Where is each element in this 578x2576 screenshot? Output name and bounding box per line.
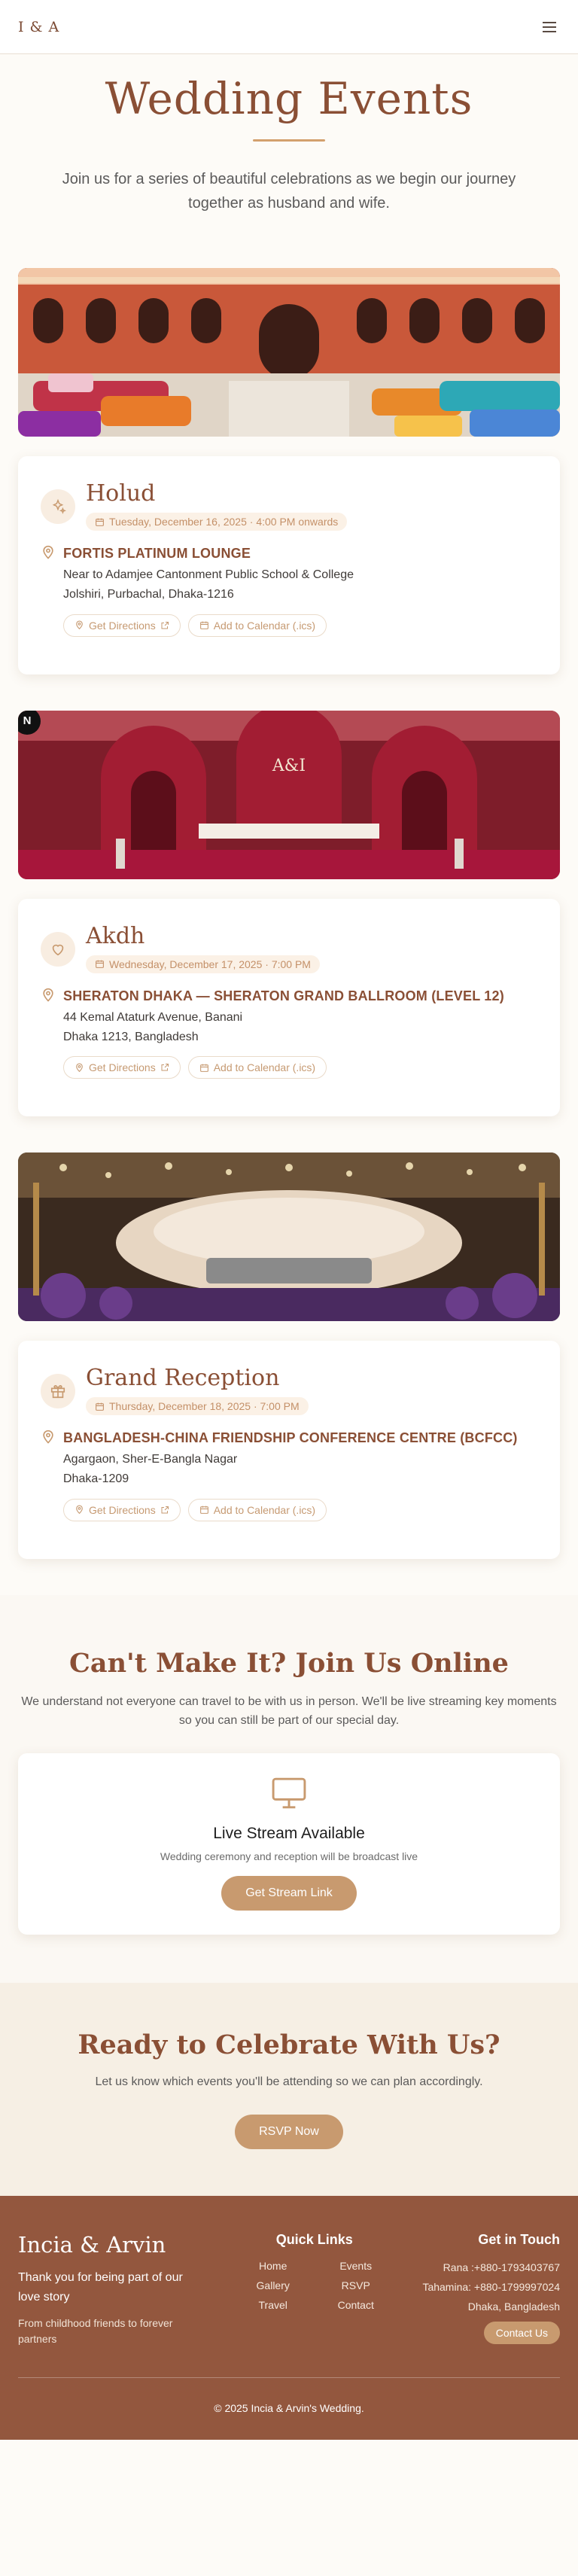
venue-address-line2: Jolshiri, Purbachal, Dhaka-1216 [63, 588, 234, 601]
contact-location: Dhaka, Bangladesh [467, 2300, 560, 2313]
calendar-icon [96, 518, 104, 526]
calendar-icon [199, 1506, 208, 1515]
footer-link-events[interactable]: Events [322, 2260, 390, 2272]
calendar-icon [199, 621, 208, 630]
get-directions-button[interactable]: Get Directions [63, 1056, 181, 1079]
quick-links: Quick Links Home Events Gallery RSVP Tra… [239, 2232, 390, 2347]
map-pin-icon [76, 1505, 83, 1515]
site-logo[interactable]: I & A [18, 19, 59, 35]
get-directions-button[interactable]: Get Directions [63, 614, 181, 637]
external-link-icon [161, 1064, 169, 1071]
site-footer: Incia & Arvin Thank you for being part o… [0, 2195, 578, 2441]
map-pin-icon [43, 546, 53, 560]
contact-phone-rana: Rana :+880-1793403767 [443, 2261, 560, 2273]
venue-name: FORTIS PLATINUM LOUNGE [63, 546, 251, 562]
add-to-calendar-button[interactable]: Add to Calendar (.ics) [187, 614, 327, 637]
event-date: Tuesday, December 16, 2025 · 4:00 PM onw… [109, 516, 339, 528]
akdh-venue-photo: N A&I [18, 710, 560, 879]
directions-label: Get Directions [89, 619, 156, 632]
event-card-reception: Grand Reception Thursday, December 18, 2… [18, 1341, 560, 1559]
event-date-badge: Thursday, December 18, 2025 · 7:00 PM [86, 1397, 309, 1416]
online-title: Can't Make It? Join Us Online [69, 1647, 509, 1679]
event-date: Wednesday, December 17, 2025 · 7:00 PM [109, 958, 311, 970]
directions-label: Get Directions [89, 1061, 156, 1074]
title-divider [253, 139, 325, 142]
footer-link-gallery[interactable]: Gallery [239, 2279, 307, 2291]
heart-icon [41, 931, 75, 967]
directions-label: Get Directions [89, 1503, 156, 1516]
hamburger-menu-icon[interactable] [539, 17, 560, 38]
venue-name: BANGLADESH-CHINA FRIENDSHIP CONFERENCE C… [63, 1430, 518, 1446]
rsvp-text: Let us know which events you'll be atten… [95, 2075, 483, 2088]
online-description: We understand not everyone can travel to… [21, 1694, 557, 1728]
map-pin-icon [76, 1063, 83, 1072]
map-pin-icon [43, 988, 53, 1002]
holud-venue-photo [18, 268, 560, 437]
contact-us-button[interactable]: Contact Us [483, 2321, 560, 2344]
rsvp-now-button[interactable]: RSVP Now [235, 2114, 343, 2149]
footer-link-contact[interactable]: Contact [322, 2299, 390, 2311]
contact-phone-tahamina: Tahamina: +880-1799997024 [422, 2280, 560, 2293]
calendar-label: Add to Calendar (.ics) [213, 619, 316, 632]
reception-venue-photo [18, 1153, 560, 1322]
event-date-badge: Wednesday, December 17, 2025 · 7:00 PM [86, 955, 320, 973]
map-pin-icon [76, 620, 83, 630]
external-link-icon [161, 1506, 169, 1514]
footer-link-home[interactable]: Home [239, 2260, 307, 2272]
event-card-akdh: Akdh Wednesday, December 17, 2025 · 7:00… [18, 898, 560, 1117]
copyright: © 2025 Incia & Arvin's Wedding. [214, 2402, 364, 2415]
add-to-calendar-button[interactable]: Add to Calendar (.ics) [187, 1498, 327, 1521]
calendar-label: Add to Calendar (.ics) [213, 1061, 316, 1074]
event-venue: BANGLADESH-CHINA FRIENDSHIP CONFERENCE C… [41, 1427, 537, 1489]
event-card-holud: Holud Tuesday, December 16, 2025 · 4:00 … [18, 456, 560, 674]
calendar-icon [96, 960, 104, 969]
map-pin-icon [43, 1430, 53, 1445]
event-date: Thursday, December 18, 2025 · 7:00 PM [109, 1400, 300, 1413]
monitor-icon [33, 1776, 545, 1814]
venue-address-line2: Dhaka 1213, Bangladesh [63, 1030, 199, 1043]
event-title: Akdh [86, 922, 145, 949]
venue-address-line1: 44 Kemal Ataturk Avenue, Banani [63, 1010, 243, 1024]
hero-section: Wedding Events Join us for a series of b… [0, 54, 578, 215]
top-navbar: I & A [0, 0, 578, 54]
footer-link-rsvp[interactable]: RSVP [322, 2279, 390, 2291]
svg-text:A&I: A&I [272, 757, 306, 775]
add-to-calendar-button[interactable]: Add to Calendar (.ics) [187, 1056, 327, 1079]
stream-card-title: Live Stream Available [213, 1824, 365, 1842]
gift-icon [41, 1374, 75, 1409]
calendar-icon [96, 1402, 104, 1411]
event-title: Holud [86, 480, 156, 507]
stream-card-subtitle: Wedding ceremony and reception will be b… [160, 1850, 418, 1862]
footer-tagline: Thank you for being part of our love sto… [18, 2270, 183, 2303]
external-link-icon [161, 621, 169, 629]
footer-brand: Incia & Arvin [18, 2231, 166, 2258]
rsvp-section: Ready to Celebrate With Us? Let us know … [0, 1982, 578, 2196]
calendar-icon [199, 1064, 208, 1072]
hero-subtitle: Join us for a series of beautiful celebr… [62, 171, 516, 212]
event-title: Grand Reception [86, 1365, 280, 1392]
venue-address-line1: Agargaon, Sher-E-Bangla Nagar [63, 1453, 238, 1466]
get-stream-link-button[interactable]: Get Stream Link [221, 1875, 357, 1911]
venue-address-line1: Near to Adamjee Cantonment Public School… [63, 568, 354, 582]
get-directions-button[interactable]: Get Directions [63, 1498, 181, 1521]
footer-small-text: From childhood friends to forever partne… [18, 2317, 173, 2346]
rsvp-title: Ready to Celebrate With Us? [78, 2029, 500, 2060]
contact-title: Get in Touch [478, 2231, 560, 2247]
venue-address-line2: Dhaka-1209 [63, 1472, 129, 1486]
event-venue: FORTIS PLATINUM LOUNGE Near to Adamjee C… [41, 543, 537, 604]
live-stream-section: Can't Make It? Join Us Online We underst… [0, 1594, 578, 1983]
calendar-label: Add to Calendar (.ics) [213, 1503, 316, 1516]
event-venue: SHERATON DHAKA — SHERATON GRAND BALLROOM… [41, 985, 537, 1047]
footer-divider [18, 2377, 560, 2379]
quick-links-title: Quick Links [275, 2231, 353, 2247]
footer-contact: Get in Touch Rana :+880-1793403767 Taham… [422, 2232, 560, 2347]
footer-link-travel[interactable]: Travel [239, 2299, 307, 2311]
event-date-badge: Tuesday, December 16, 2025 · 4:00 PM onw… [86, 513, 348, 531]
events-list: Holud Tuesday, December 16, 2025 · 4:00 … [0, 215, 578, 1559]
live-stream-card: Live Stream Available Wedding ceremony a… [18, 1752, 560, 1935]
sparkles-icon [41, 489, 75, 525]
page-title: Wedding Events [105, 73, 473, 124]
venue-name: SHERATON DHAKA — SHERATON GRAND BALLROOM… [63, 988, 504, 1003]
